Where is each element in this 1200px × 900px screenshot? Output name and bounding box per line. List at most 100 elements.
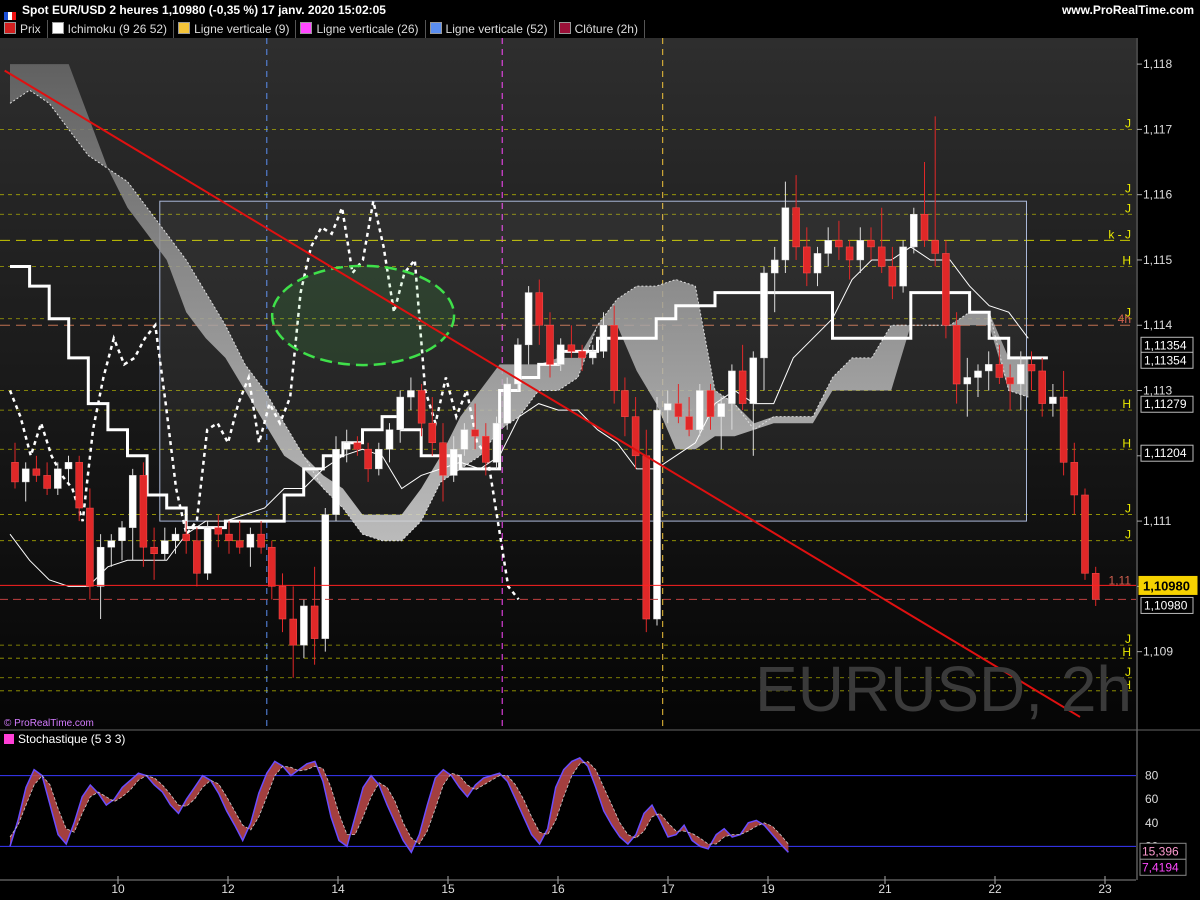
candle-body <box>289 618 297 646</box>
level-letter: J <box>1125 182 1131 196</box>
candle-body <box>321 514 330 639</box>
candle-body <box>920 214 929 241</box>
candle-body <box>182 533 190 541</box>
candle-body <box>952 324 961 385</box>
candle-body <box>449 449 458 476</box>
candle-body <box>942 253 950 326</box>
level-letter: J <box>1125 632 1131 646</box>
candle-body <box>717 403 725 417</box>
highlight-ellipse <box>270 264 456 367</box>
candle-body <box>1038 370 1046 404</box>
x-tick-label: 19 <box>761 882 775 896</box>
candle-body <box>332 449 340 515</box>
candle-body <box>353 442 362 450</box>
candle-body <box>439 442 447 476</box>
stochastic-tick-label: 40 <box>1145 816 1159 830</box>
x-tick-label: 15 <box>441 882 455 896</box>
price-box-label: 1,11279 <box>1144 397 1187 411</box>
x-tick-label: 21 <box>878 882 892 896</box>
candle-body <box>813 253 822 274</box>
x-tick-label: 23 <box>1098 882 1112 896</box>
price-box-label: 1,11354 <box>1144 353 1187 367</box>
candle-body <box>685 416 693 430</box>
candle-body <box>1006 377 1014 385</box>
candle-body <box>888 266 897 287</box>
x-tick-label: 16 <box>551 882 565 896</box>
last-price-label: 1,10980 <box>1143 578 1190 593</box>
stochastic-tick-label: 80 <box>1145 769 1159 783</box>
candle-body <box>696 390 704 430</box>
candle-body <box>364 449 372 470</box>
candle-body <box>663 403 672 411</box>
candle-body <box>770 259 779 274</box>
x-tick-label: 12 <box>221 882 235 896</box>
y-tick-label: 1,113 <box>1143 384 1172 398</box>
price-chart[interactable]: 1,1091,111,1111,1121,1131,1141,1151,1161… <box>0 0 1200 900</box>
candle-body <box>492 422 501 463</box>
candle-body <box>910 214 918 248</box>
candle-body <box>749 357 758 404</box>
candle-body <box>674 403 683 417</box>
candle-body <box>107 540 116 548</box>
candle-body <box>567 344 576 352</box>
candle-body <box>738 370 747 404</box>
candle-body <box>385 429 394 450</box>
candle-body <box>21 468 30 483</box>
level-letter: J <box>1125 201 1131 215</box>
y-tick-label: 1,109 <box>1143 645 1173 659</box>
candle-body <box>139 475 148 548</box>
candle-body <box>268 546 276 587</box>
candle-body <box>171 533 180 541</box>
candle-body <box>556 344 565 365</box>
candle-body <box>64 462 73 470</box>
candle-body <box>653 409 661 620</box>
symbol-watermark: EURUSD, 2h <box>755 653 1132 725</box>
x-tick-label: 17 <box>661 882 675 896</box>
stochastic-value-label: 15,396 <box>1142 844 1179 858</box>
candle-body <box>931 240 939 254</box>
candle-body <box>1017 364 1025 385</box>
candle-body <box>235 540 244 548</box>
level-letter: 4h <box>1118 312 1131 326</box>
candle-body <box>984 364 993 372</box>
candle-body <box>193 540 201 574</box>
candle-body <box>867 240 875 248</box>
candle-body <box>1027 364 1036 372</box>
candle-body <box>803 246 811 274</box>
candle-body <box>503 383 511 424</box>
candle-body <box>96 546 105 587</box>
candle-body <box>310 605 319 639</box>
candle-body <box>54 468 62 489</box>
y-tick-label: 1,117 <box>1143 122 1172 136</box>
candle-body <box>792 207 800 248</box>
candle-body <box>995 364 1004 378</box>
candle-body <box>845 246 854 261</box>
level-letter: J <box>1125 116 1131 130</box>
candle-body <box>75 462 83 509</box>
candle-body <box>706 390 715 417</box>
level-letter: H <box>1122 436 1131 450</box>
candle-body <box>471 429 479 437</box>
candle-body <box>856 240 865 261</box>
x-tick-label: 22 <box>988 882 1002 896</box>
stochastic-label-text: Stochastique (5 3 3) <box>18 732 126 746</box>
stochastic-value-label: 7,4194 <box>1142 860 1179 874</box>
candle-body <box>161 540 169 554</box>
candle-body <box>300 605 308 646</box>
candle-body <box>877 246 886 267</box>
candle-body <box>1059 396 1068 463</box>
candle-body <box>278 586 287 620</box>
candle-body <box>1091 573 1100 600</box>
level-letter: H <box>1122 253 1131 267</box>
candle-body <box>599 324 608 352</box>
candle-body <box>1070 462 1079 496</box>
price-box-label: 1,10980 <box>1144 598 1188 612</box>
candle-body <box>214 527 223 535</box>
candle-body <box>460 429 469 450</box>
candle-body <box>760 272 768 359</box>
candle-body <box>642 455 651 620</box>
y-tick-label: 1,114 <box>1143 318 1172 332</box>
candle-body <box>728 370 736 404</box>
price-box-label: 1,11204 <box>1144 446 1187 460</box>
candle-body <box>257 533 265 548</box>
